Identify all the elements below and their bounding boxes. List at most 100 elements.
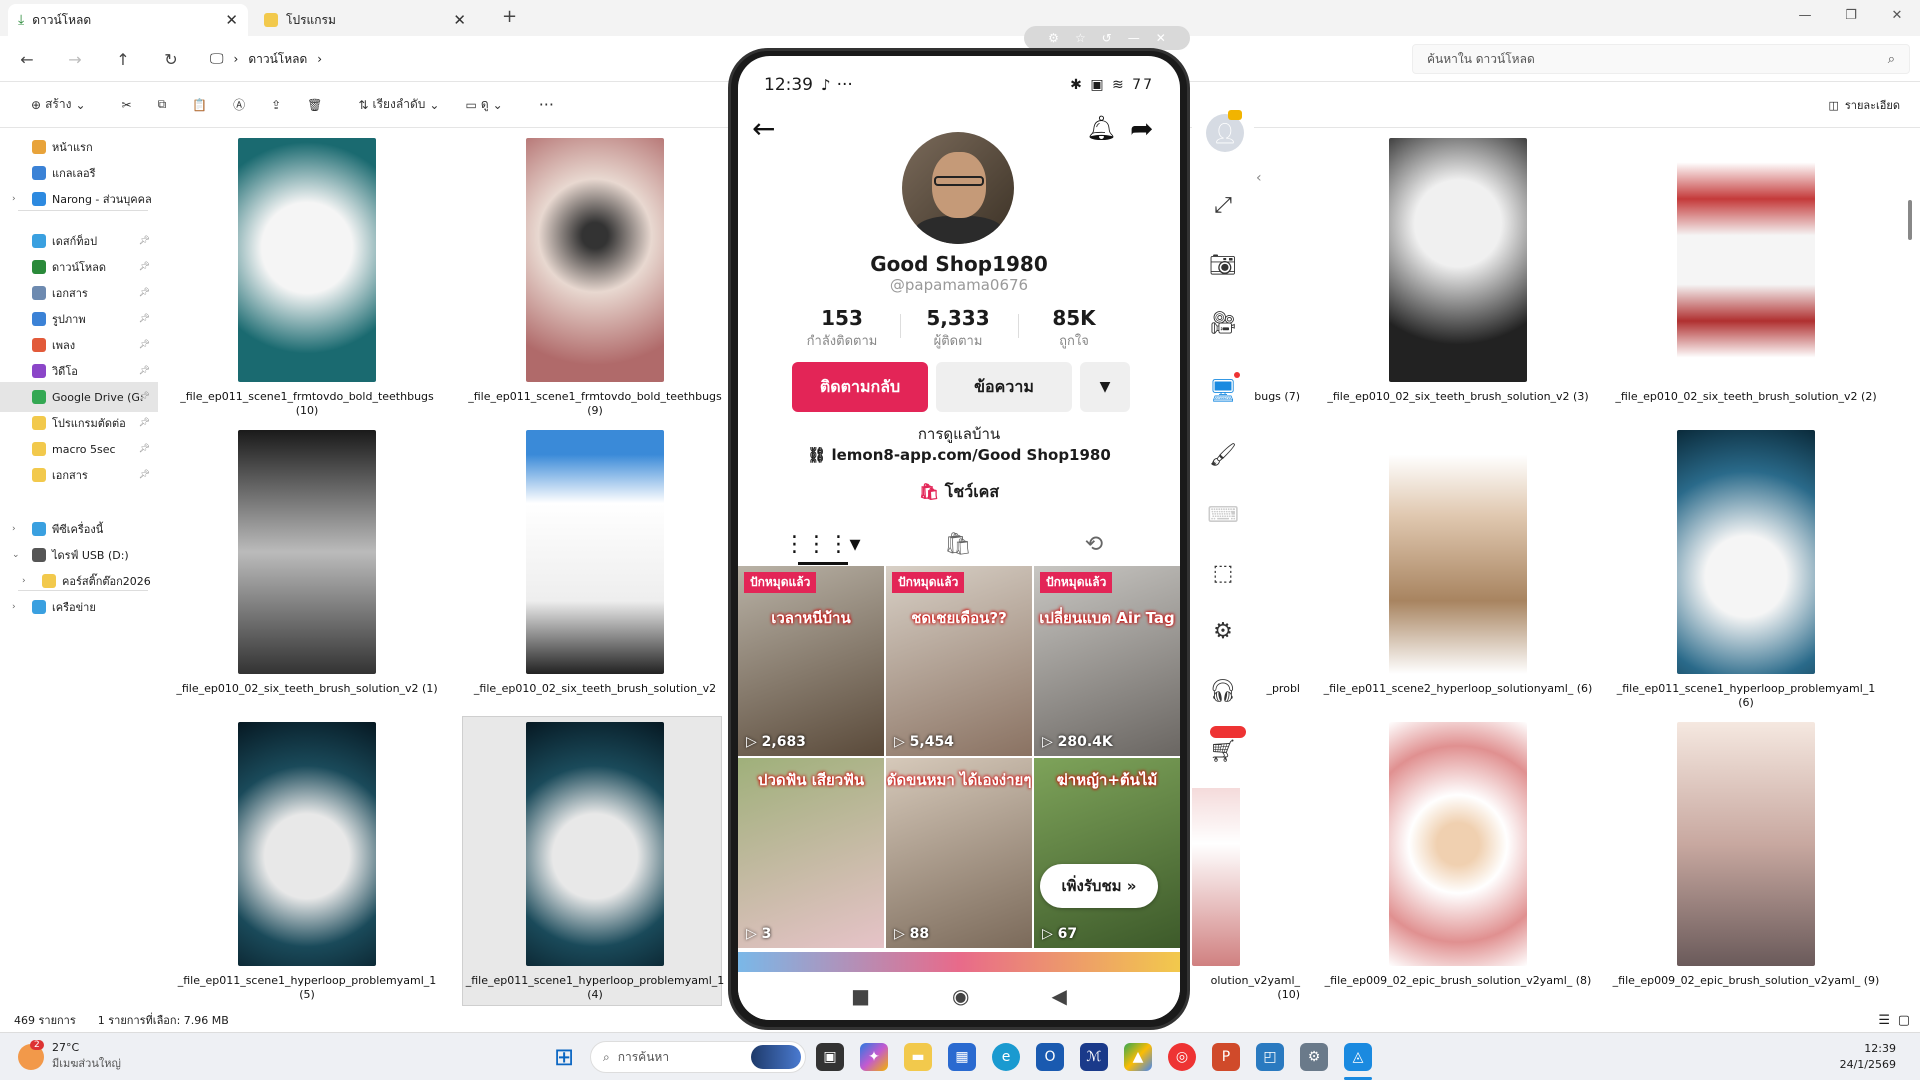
- minimize-icon[interactable]: —: [1128, 31, 1140, 45]
- file-thumbnail[interactable]: [238, 138, 376, 382]
- bell-icon[interactable]: 🔔︎: [1086, 114, 1116, 142]
- file-thumbnail[interactable]: [1389, 722, 1527, 966]
- app-icon[interactable]: ℳ: [1080, 1043, 1108, 1071]
- chrome-icon[interactable]: ◎: [1168, 1043, 1196, 1071]
- screen-cast-icon[interactable]: 🖥︎: [1206, 374, 1240, 408]
- edge-icon[interactable]: e: [992, 1043, 1020, 1071]
- file-name[interactable]: _file_ep011_scene1_hyperloop_problemyaml…: [172, 974, 442, 1002]
- follow-back-button[interactable]: ติดตามกลับ: [792, 362, 928, 412]
- new-tab-button[interactable]: +: [502, 6, 517, 27]
- chevron-icon[interactable]: ›: [22, 576, 26, 586]
- sidebar-item[interactable]: เอกสาร 📌︎: [0, 460, 158, 490]
- file-thumbnail[interactable]: [1677, 722, 1815, 966]
- file-name[interactable]: _file_ep009_02_epic_brush_solution_v2yam…: [1611, 974, 1881, 988]
- rename-icon[interactable]: Ⓐ: [220, 90, 258, 120]
- videos-grid-tab[interactable]: ⋮⋮⋮▾: [783, 526, 860, 562]
- keyboard-icon[interactable]: ⌨: [1206, 498, 1240, 532]
- weather-widget[interactable]: 2 27°C มีเมฆส่วนใหญ่: [18, 1039, 121, 1072]
- back-icon[interactable]: ←: [16, 48, 38, 70]
- app-icon[interactable]: ◰: [1256, 1043, 1284, 1071]
- breadcrumb-item[interactable]: ดาวน์โหลด: [248, 50, 307, 69]
- file-name[interactable]: _file_ep011_scene1_frmtovdo_bold_teethbu…: [172, 390, 442, 418]
- taskbar-search[interactable]: ⌕ การค้นหา: [590, 1041, 806, 1073]
- chevron-icon[interactable]: ›: [12, 602, 16, 612]
- file-thumbnail[interactable]: [1389, 138, 1527, 382]
- chevron-icon[interactable]: ›: [12, 194, 16, 204]
- close-icon[interactable]: ✕: [1156, 31, 1166, 45]
- task-view-icon[interactable]: ▣: [816, 1043, 844, 1071]
- record-icon[interactable]: 🎥︎: [1206, 306, 1240, 340]
- fullscreen-icon[interactable]: ⤢: [1206, 188, 1240, 222]
- list-view-icon[interactable]: ☰: [1878, 1013, 1890, 1028]
- file-thumbnail[interactable]: [1677, 138, 1815, 382]
- copilot-icon[interactable]: ✦: [860, 1043, 888, 1071]
- start-icon[interactable]: ⊞: [550, 1043, 578, 1071]
- outlook-icon[interactable]: O: [1036, 1043, 1064, 1071]
- home-icon[interactable]: ◉: [952, 984, 969, 1008]
- recently-watched-button[interactable]: เพิ่งรับชม »: [1040, 864, 1158, 908]
- system-clock[interactable]: 12:39 24/1/2569: [1840, 1041, 1896, 1073]
- showcase-link[interactable]: 🛍︎ โชว์เคส: [738, 480, 1180, 505]
- reposts-tab[interactable]: ⟲: [1064, 526, 1124, 562]
- message-button[interactable]: ข้อความ: [936, 362, 1072, 412]
- sort-button[interactable]: ⇅ เรียงลำดับ ⌄: [345, 90, 452, 120]
- file-name[interactable]: olution_v2yaml_ (10): [1190, 974, 1300, 1002]
- up-icon[interactable]: ↑: [112, 48, 134, 70]
- pin-icon[interactable]: ☆: [1075, 31, 1086, 45]
- back-arrow-icon[interactable]: ←: [752, 112, 775, 145]
- file-name[interactable]: _file_ep011_scene1_frmtovdo_bold_teethbu…: [460, 390, 730, 418]
- stat-likes[interactable]: 85K ถูกใจ: [1014, 306, 1134, 351]
- back-triangle-icon[interactable]: ◀: [1051, 984, 1066, 1008]
- file-name[interactable]: _file_ep010_02_six_teeth_brush_solution_…: [1323, 390, 1593, 404]
- file-thumbnail[interactable]: [526, 722, 664, 966]
- file-thumbnail[interactable]: [526, 430, 664, 674]
- video-thumbnail[interactable]: ปวดฟัน เสียวฟัน ▷ 3: [738, 758, 884, 948]
- delete-icon[interactable]: 🗑: [294, 90, 335, 120]
- forward-icon[interactable]: →: [64, 48, 86, 70]
- video-thumbnail[interactable]: ฆ่าหญ้า+ต้นไม้ ▷ 67: [1034, 758, 1180, 948]
- video-thumbnail[interactable]: ปักหมุดแล้ว ชดเชยเดือน?? ▷ 5,454: [886, 566, 1032, 756]
- share-icon[interactable]: ⇪: [258, 90, 294, 120]
- stat-following[interactable]: 153 กำลังติดตาม: [782, 306, 902, 351]
- recents-icon[interactable]: ■: [851, 984, 870, 1008]
- paste-icon[interactable]: 📋: [179, 90, 220, 120]
- profile-link[interactable]: ⛓ lemon8-app.com/Good Shop1980: [738, 446, 1180, 464]
- more-icon[interactable]: ···: [526, 90, 567, 120]
- search-input[interactable]: ค้นหาใน ดาวน์โหลด ⌕: [1412, 44, 1910, 74]
- chevron-icon[interactable]: ›: [12, 524, 16, 534]
- collapse-chevron-icon[interactable]: ‹: [1256, 170, 1262, 186]
- video-thumbnail[interactable]: ปักหมุดแล้ว เปลี่ยนแบต Air Tag ▷ 280.4K: [1034, 566, 1180, 756]
- store-icon[interactable]: ▦: [948, 1043, 976, 1071]
- avatar[interactable]: [902, 132, 1014, 244]
- phone-mirror-icon[interactable]: ◬: [1344, 1043, 1372, 1071]
- minimize-icon[interactable]: —: [1782, 0, 1828, 30]
- file-name[interactable]: _file_ep010_02_six_teeth_brush_solution_…: [1611, 390, 1881, 404]
- history-icon[interactable]: ↺: [1102, 31, 1112, 45]
- copy-icon[interactable]: ⧉: [145, 90, 180, 120]
- file-name[interactable]: _file_ep009_02_epic_brush_solution_v2yam…: [1323, 974, 1593, 988]
- view-button[interactable]: ▭ ดู ⌄: [452, 90, 515, 120]
- settings-icon[interactable]: ⚙: [1048, 31, 1059, 45]
- file-name[interactable]: _file_ep011_scene1_hyperloop_problemyaml…: [1611, 682, 1881, 710]
- file-thumbnail[interactable]: [1389, 430, 1527, 674]
- share-arrow-icon[interactable]: ➦: [1130, 112, 1153, 145]
- close-icon[interactable]: ✕: [225, 11, 238, 29]
- close-icon[interactable]: ✕: [453, 11, 466, 29]
- stat-followers[interactable]: 5,333 ผู้ติดตาม: [898, 306, 1018, 351]
- file-name[interactable]: _file_ep010_02_six_teeth_brush_solution_…: [172, 682, 442, 696]
- chevron-icon[interactable]: ⌄: [12, 550, 20, 560]
- new-button[interactable]: ⊕ สร้าง ⌄: [18, 90, 99, 120]
- powerpoint-icon[interactable]: P: [1212, 1043, 1240, 1071]
- headset-icon[interactable]: 🎧︎: [1206, 674, 1240, 708]
- suggestions-button[interactable]: ▼: [1080, 362, 1130, 412]
- refresh-icon[interactable]: ↻: [160, 48, 182, 70]
- cut-icon[interactable]: ✂: [109, 90, 145, 120]
- file-thumbnail[interactable]: [1677, 430, 1815, 674]
- tiles-view-icon[interactable]: ▢: [1898, 1013, 1910, 1028]
- settings-icon[interactable]: ⚙: [1300, 1043, 1328, 1071]
- cart-icon[interactable]: 🛒︎: [1206, 734, 1240, 768]
- file-name[interactable]: _file_ep011_scene2_hyperloop_solutionyam…: [1323, 682, 1593, 696]
- video-thumbnail[interactable]: ตัดขนหมา ได้เองง่ายๆ ▷ 88: [886, 758, 1032, 948]
- file-thumbnail[interactable]: [238, 722, 376, 966]
- video-thumbnail[interactable]: ปักหมุดแล้ว เวลาหนีบ้าน ▷ 2,683: [738, 566, 884, 756]
